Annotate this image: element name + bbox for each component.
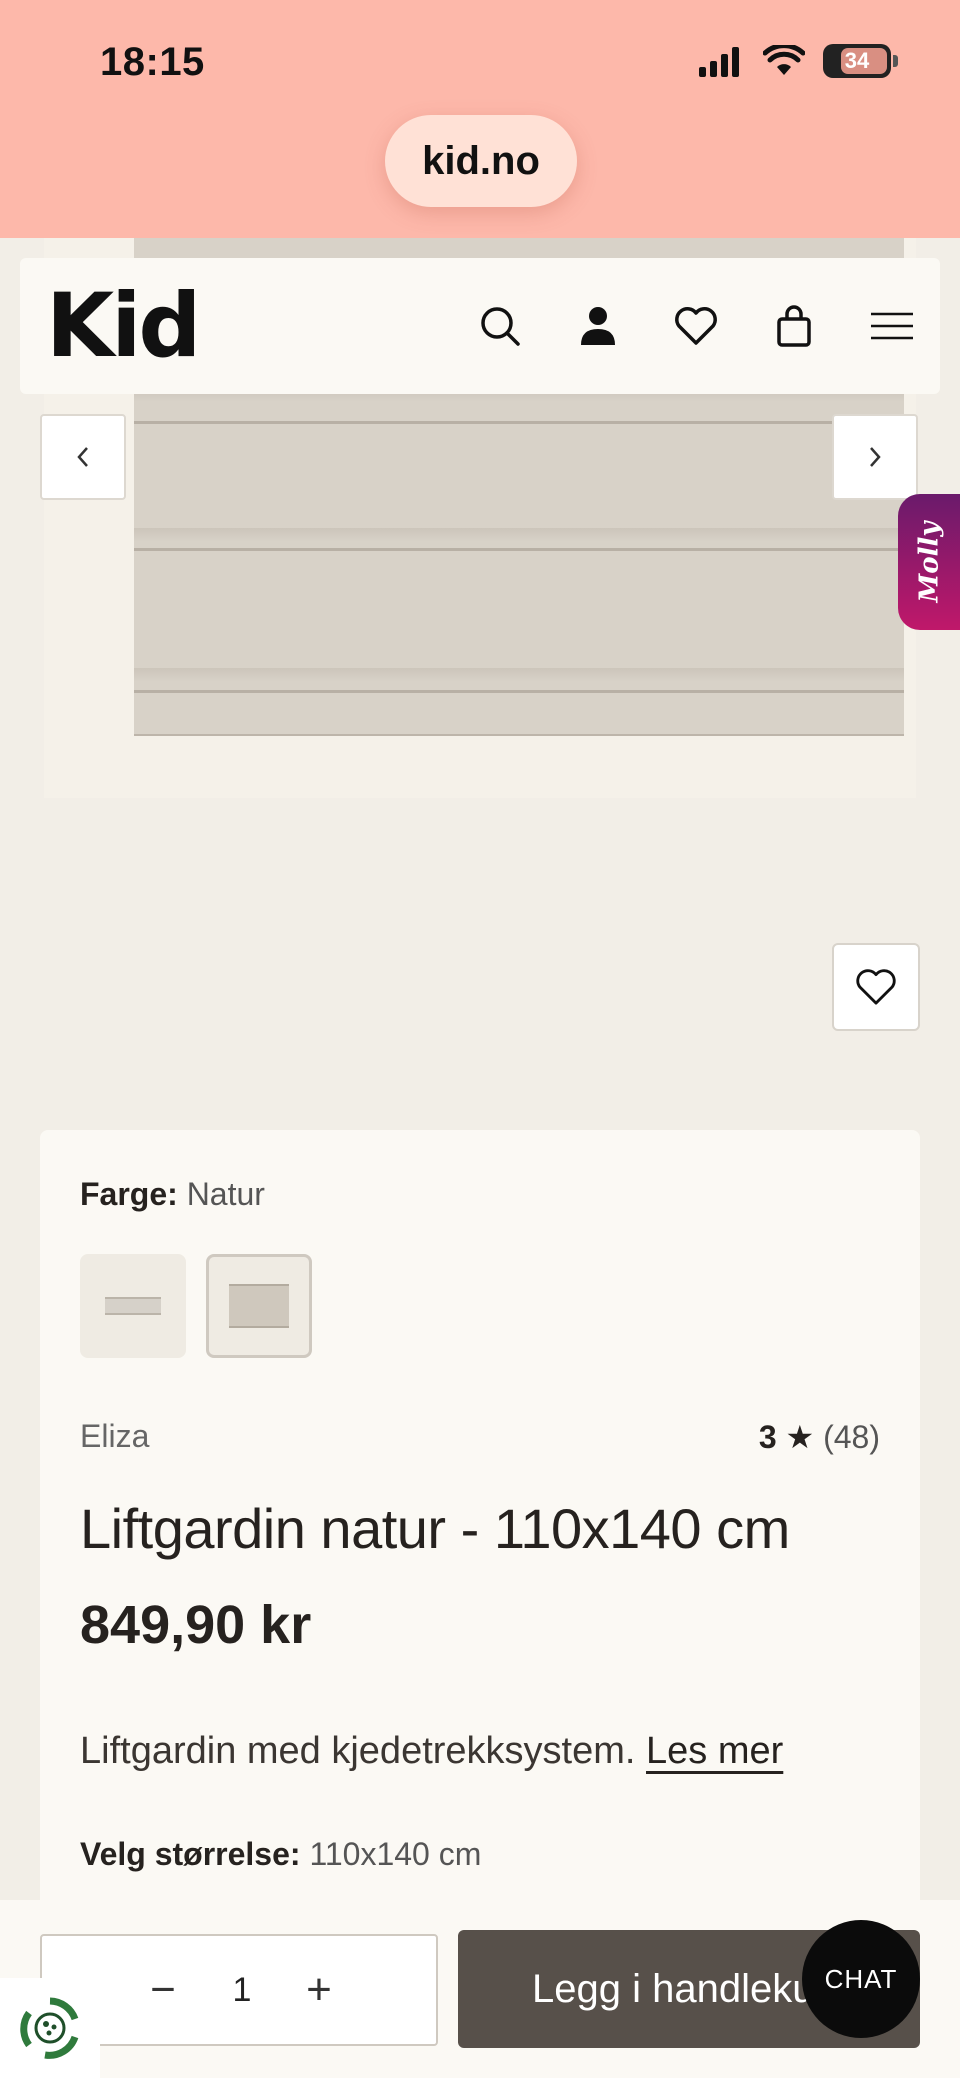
status-time: 18:15 (100, 40, 205, 84)
search-icon[interactable] (478, 304, 522, 348)
product-rating[interactable]: 3 ★ (48) (759, 1418, 880, 1456)
quantity-value[interactable]: 1 (212, 1936, 272, 2044)
status-icons: 34 (697, 44, 898, 78)
color-label: Farge: (80, 1176, 178, 1212)
size-label: Velg størrelse: (80, 1836, 301, 1872)
heart-icon (856, 969, 896, 1005)
color-swatch-1[interactable] (80, 1254, 186, 1358)
color-selection: Farge: Natur (80, 1176, 265, 1213)
quantity-decrease-button[interactable]: − (118, 1936, 208, 2044)
carousel-prev-button[interactable] (40, 414, 126, 500)
color-swatch-2-selected[interactable] (206, 1254, 312, 1358)
header-actions (478, 258, 914, 394)
chevron-right-icon (870, 447, 881, 467)
account-icon[interactable] (576, 304, 620, 348)
product-brand[interactable]: Eliza (80, 1418, 149, 1455)
battery-level: 34 (844, 48, 870, 73)
product-price: 849,90 kr (80, 1595, 312, 1655)
product-description: Liftgardin med kjedetrekksystem. Les mer (80, 1730, 783, 1773)
molly-assistant-tab[interactable]: Molly (898, 494, 960, 630)
carousel-next-button[interactable] (832, 414, 918, 500)
rating-count: (48) (823, 1419, 880, 1455)
signal-icon (699, 47, 739, 77)
site-header: Kid (20, 258, 940, 394)
molly-label: Molly (914, 521, 945, 603)
product-info-card: Farge: Natur Eliza 3 ★ (48) Liftgardin n… (40, 1130, 920, 1910)
url-bar[interactable]: kid.no (385, 115, 577, 207)
add-to-favorites-button[interactable] (832, 943, 920, 1031)
quantity-increase-button[interactable]: + (274, 1936, 364, 2044)
recycle-icon (20, 1997, 79, 2059)
status-bar: 18:15 34 kid.no (0, 0, 960, 238)
battery-icon: 34 (823, 44, 898, 78)
shopping-bag-icon[interactable] (772, 304, 816, 348)
rating-score: 3 (758, 1419, 777, 1455)
wifi-icon (763, 45, 805, 75)
eco-badge[interactable] (0, 1978, 100, 2078)
color-value: Natur (186, 1176, 265, 1212)
product-title: Liftgardin natur - 110x140 cm (80, 1497, 790, 1560)
chat-button[interactable]: CHAT (802, 1920, 920, 2038)
site-logo[interactable]: Kid (46, 282, 201, 370)
menu-icon[interactable] (870, 304, 914, 348)
size-selection: Velg størrelse: 110x140 cm (80, 1836, 481, 1873)
description-text: Liftgardin med kjedetrekksystem. (80, 1730, 636, 1772)
read-more-link[interactable]: Les mer (646, 1730, 783, 1772)
star-icon: ★ (785, 1419, 815, 1455)
chevron-left-icon (77, 447, 88, 467)
wishlist-heart-icon[interactable] (674, 304, 718, 348)
size-value: 110x140 cm (309, 1836, 482, 1872)
